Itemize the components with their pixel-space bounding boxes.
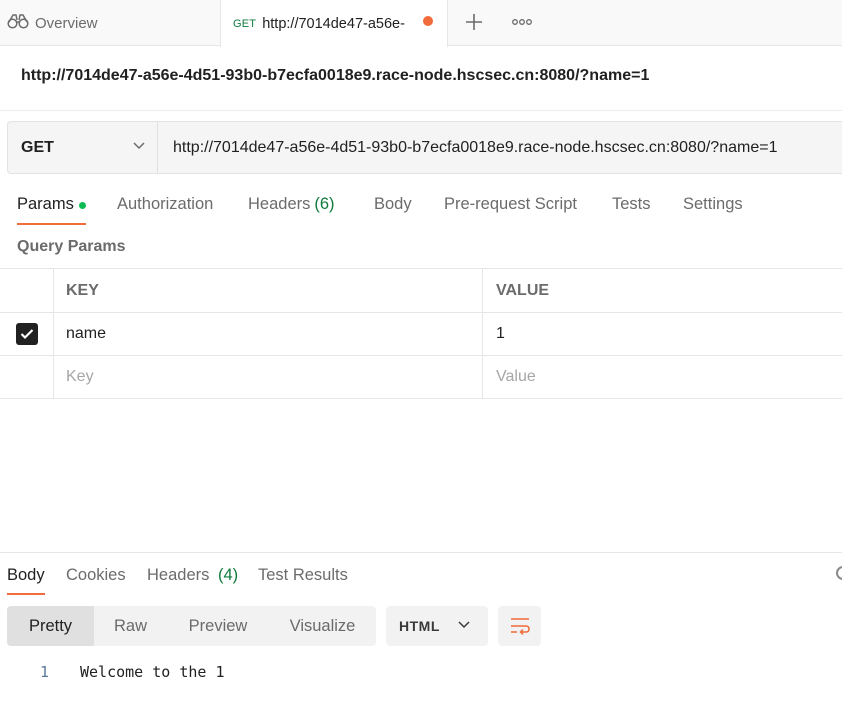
table-row: name 1	[0, 312, 842, 355]
tab-settings[interactable]: Settings	[683, 190, 743, 226]
params-header-row: KEY VALUE	[0, 268, 842, 312]
response-tab-headers-count: (4)	[217, 566, 239, 584]
tab-settings-label: Settings	[683, 195, 743, 213]
tab-pre-request-script[interactable]: Pre-request Script	[444, 190, 577, 226]
tab-params[interactable]: Params	[17, 190, 86, 226]
response-divider[interactable]	[0, 552, 842, 553]
line-number: 1	[40, 663, 50, 681]
view-pretty-button[interactable]: Pretty	[7, 606, 94, 646]
response-tab-headers[interactable]: Headers (4)	[147, 558, 238, 596]
more-dots-icon	[512, 19, 532, 25]
table-row-new: Key Value	[0, 355, 842, 399]
tab-params-label: Params	[17, 195, 74, 213]
param-enable-cell-empty	[0, 356, 54, 398]
tab-headers-count: (6)	[314, 195, 335, 213]
tab-body[interactable]: Body	[374, 190, 412, 226]
response-tab-body[interactable]: Body	[7, 558, 45, 596]
new-param-value-input[interactable]: Value	[483, 356, 842, 398]
query-params-label: Query Params	[17, 238, 126, 255]
response-tab-cookies[interactable]: Cookies	[66, 558, 126, 596]
language-value: HTML	[399, 618, 440, 634]
response-view-modes: Pretty Raw Preview Visualize	[7, 606, 376, 646]
tab-overview-label: Overview	[35, 14, 98, 32]
tab-tests-label: Tests	[612, 195, 651, 213]
response-code-line: 1 Welcome to the 1	[0, 660, 842, 684]
method-select[interactable]: GET	[8, 122, 158, 173]
url-bar: GET http://7014de47-a56e-4d51-93b0-b7ecf…	[7, 121, 842, 174]
tab-pre-request-script-label: Pre-request Script	[444, 195, 577, 213]
tab-request-method: GET	[233, 17, 257, 30]
tab-request[interactable]: GET http://7014de47-a56e-	[220, 0, 448, 47]
param-value-input[interactable]: 1	[483, 313, 842, 355]
response-tab-cookies-label: Cookies	[66, 566, 126, 584]
tab-headers-label: Headers	[248, 195, 311, 213]
chevron-down-icon	[133, 142, 145, 150]
language-select[interactable]: HTML	[386, 606, 488, 646]
new-tab-button[interactable]	[460, 8, 488, 36]
params-header-key: KEY	[54, 269, 483, 312]
tab-request-url: http://7014de47-a56e-	[262, 15, 405, 32]
response-tab-headers-label: Headers	[147, 566, 210, 584]
param-key-input[interactable]: name	[54, 313, 483, 355]
tab-tests[interactable]: Tests	[612, 190, 651, 226]
tab-overview[interactable]: Overview	[0, 0, 220, 46]
response-tab-body-label: Body	[7, 566, 45, 584]
checkmark-icon	[20, 329, 33, 340]
method-value: GET	[21, 138, 54, 156]
param-enable-checkbox[interactable]	[15, 323, 38, 345]
wrap-lines-button[interactable]	[498, 606, 541, 646]
chevron-down-icon	[458, 621, 470, 629]
tab-authorization[interactable]: Authorization	[117, 190, 213, 226]
params-table: KEY VALUE name 1 Key Value	[0, 268, 842, 399]
params-header-check	[0, 269, 54, 312]
response-tab-test-results-label: Test Results	[258, 566, 348, 584]
binoculars-icon	[7, 12, 29, 35]
view-raw-button[interactable]: Raw	[94, 606, 167, 646]
response-body-text[interactable]: Welcome to the 1	[80, 663, 225, 681]
new-param-key-input[interactable]: Key	[54, 356, 483, 398]
request-tabs: Params Authorization Headers (6) Body Pr…	[0, 190, 842, 226]
tab-authorization-label: Authorization	[117, 195, 214, 213]
divider	[0, 110, 842, 111]
tab-bar: Overview GET http://7014de47-a56e-	[0, 0, 842, 47]
params-active-dot-icon	[78, 202, 86, 209]
params-header-value: VALUE	[496, 281, 550, 299]
tab-headers[interactable]: Headers (6)	[248, 190, 335, 226]
param-enable-cell	[0, 313, 54, 355]
response-tab-test-results[interactable]: Test Results	[258, 558, 348, 596]
view-visualize-button[interactable]: Visualize	[269, 606, 376, 646]
wrap-lines-icon	[510, 618, 530, 636]
request-title[interactable]: http://7014de47-a56e-4d51-93b0-b7ecfa001…	[21, 67, 649, 85]
tab-body-label: Body	[374, 195, 412, 213]
response-tabs: Body Cookies Headers (4) Test Results	[0, 558, 842, 596]
url-input[interactable]: http://7014de47-a56e-4d51-93b0-b7ecfa001…	[173, 122, 777, 173]
unsaved-dot-icon	[423, 16, 433, 26]
plus-icon	[466, 14, 482, 30]
more-tabs-button[interactable]	[508, 8, 536, 36]
view-preview-button[interactable]: Preview	[167, 606, 269, 646]
